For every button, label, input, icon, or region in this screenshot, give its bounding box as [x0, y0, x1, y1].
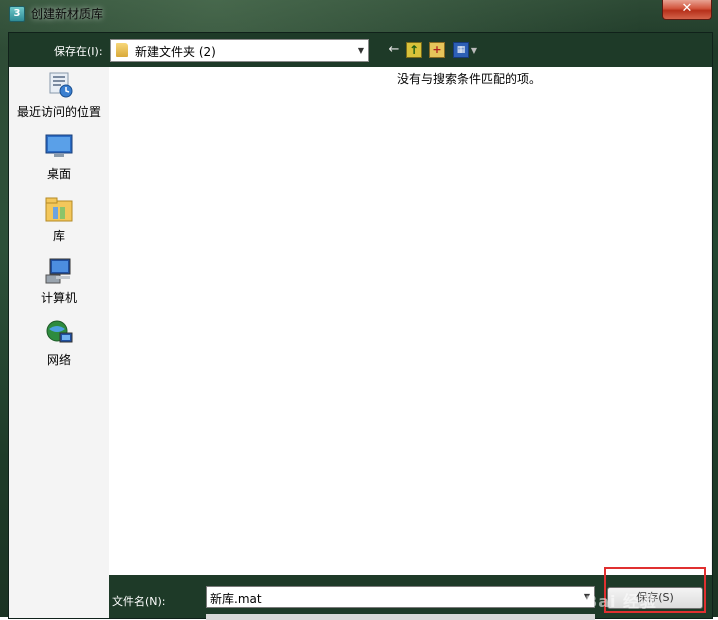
place-label: 桌面 — [46, 167, 71, 181]
baidu-watermark: Bai 经验 — [585, 592, 658, 611]
desktop-icon — [45, 134, 73, 157]
place-label: 库 — [52, 229, 65, 243]
save-in-combo[interactable]: 新建文件夹 (2) ▼ — [110, 39, 369, 62]
place-computer[interactable]: 计算机 — [9, 257, 109, 313]
dialog-client-area: 保存在(I): 新建文件夹 (2) ▼ ← ↑ + ▦ ▼ 最近访问的位置 桌面… — [8, 32, 713, 620]
recent-places-icon — [49, 72, 73, 98]
place-label: 最近访问的位置 — [16, 105, 101, 119]
folder-icon — [116, 43, 128, 57]
title-bar[interactable]: 3 创建新材质库 ✕ — [0, 0, 718, 26]
place-desktop[interactable]: 桌面 — [9, 133, 109, 189]
computer-icon — [45, 258, 71, 284]
save-in-label: 保存在(I): — [54, 45, 103, 58]
up-folder-icon[interactable]: ↑ — [406, 42, 422, 58]
file-type-combo[interactable] — [206, 614, 595, 620]
location-toolbar: 保存在(I): 新建文件夹 (2) ▼ ← ↑ + ▦ ▼ — [9, 33, 712, 67]
places-bar: 最近访问的位置 桌面 库 计算机 网络 — [9, 67, 110, 618]
empty-results-message: 没有与搜索条件匹配的项。 — [396, 72, 541, 86]
file-list-view[interactable]: 没有与搜索条件匹配的项。 — [109, 67, 711, 575]
place-libraries[interactable]: 库 — [9, 195, 109, 251]
filename-input[interactable]: 新库.mat ▼ — [206, 586, 595, 608]
view-menu-icon[interactable]: ▦ — [453, 42, 469, 58]
filename-value: 新库.mat — [210, 592, 262, 606]
dialog-window: 3 创建新材质库 ✕ 保存在(I): 新建文件夹 (2) ▼ ← ↑ + ▦ ▼ — [0, 0, 718, 620]
libraries-icon — [45, 197, 73, 222]
close-button[interactable]: ✕ — [662, 0, 712, 20]
network-icon — [46, 320, 73, 343]
place-network[interactable]: 网络 — [9, 319, 109, 375]
filename-label: 文件名(N): — [112, 595, 166, 608]
new-folder-icon[interactable]: + — [429, 42, 445, 58]
save-in-value: 新建文件夹 (2) — [135, 45, 216, 59]
place-label: 计算机 — [40, 291, 77, 305]
app-3dsmax-icon: 3 — [9, 6, 25, 22]
chevron-down-icon[interactable]: ▼ — [354, 40, 368, 61]
place-label: 网络 — [46, 353, 71, 367]
view-dropdown-icon[interactable]: ▼ — [469, 42, 479, 60]
back-arrow-icon[interactable]: ← — [385, 41, 403, 59]
window-title: 创建新材质库 — [31, 7, 104, 21]
place-recent[interactable]: 最近访问的位置 — [9, 71, 109, 127]
